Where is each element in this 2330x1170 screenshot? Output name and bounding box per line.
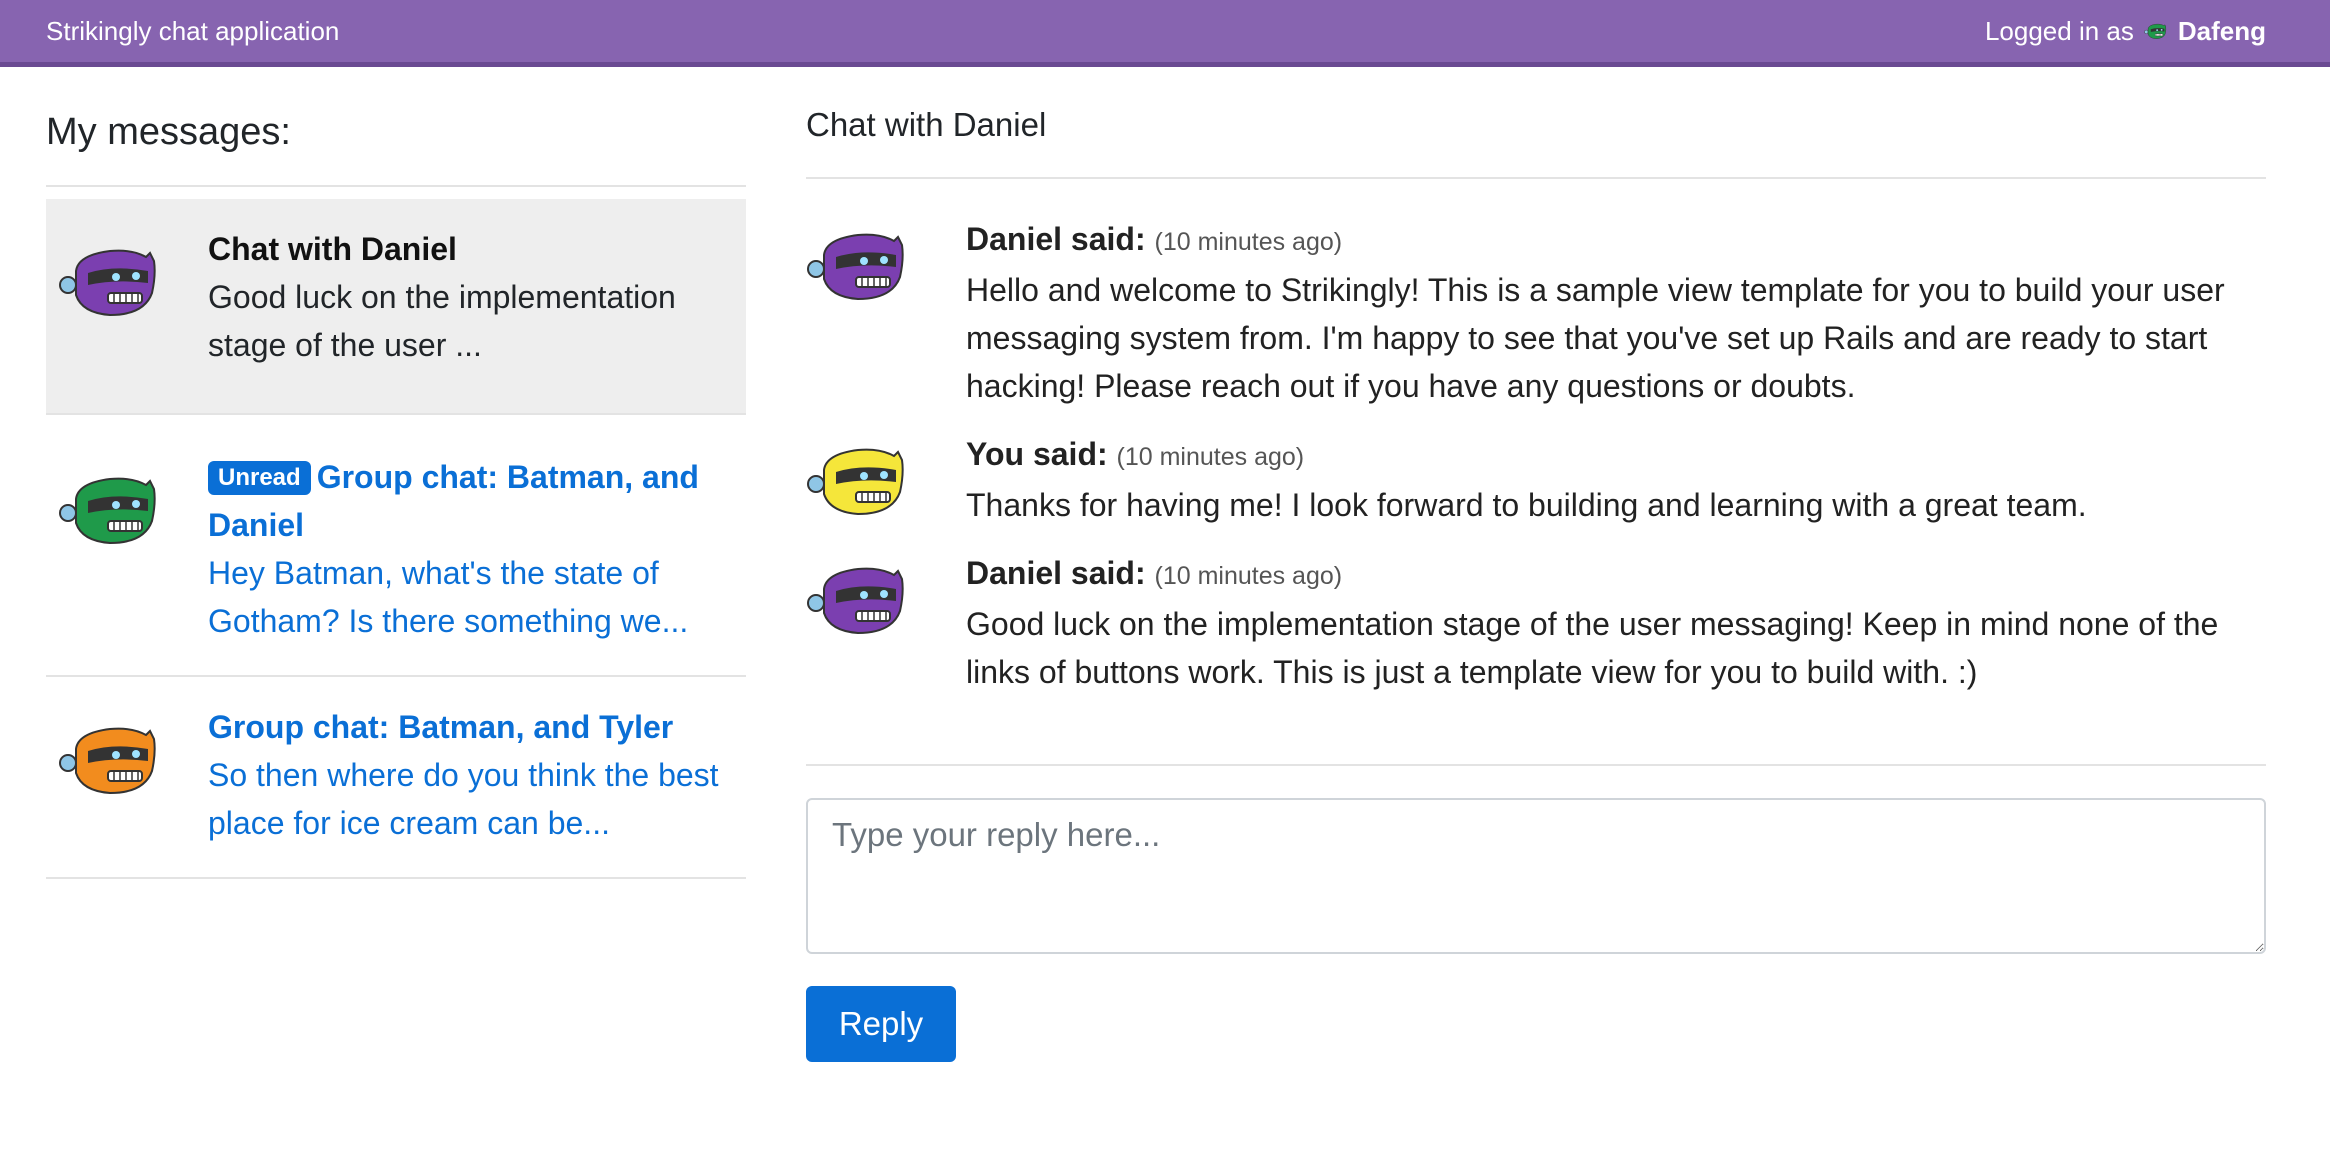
divider <box>46 185 746 187</box>
message-list: Daniel said: (10 minutes ago) Hello and … <box>806 215 2266 736</box>
message-timestamp: (10 minutes ago) <box>1116 443 1305 471</box>
purple-robot-icon <box>59 249 156 316</box>
message-item: Daniel said: (10 minutes ago) Hello and … <box>806 215 2266 410</box>
conversation-sidebar: My messages: Chat with Daniel Good luck … <box>46 67 746 879</box>
message-timestamp: (10 minutes ago) <box>1154 228 1343 256</box>
top-navbar: Strikingly chat application Logged in as… <box>0 0 2330 67</box>
conversation-item[interactable]: Group chat: Batman, and Tyler So then wh… <box>46 677 746 879</box>
green-robot-icon <box>59 477 156 544</box>
message-text: Good luck on the implementation stage of… <box>966 606 2219 690</box>
conversation-text: Chat with Daniel Good luck on the implem… <box>208 225 730 369</box>
message-author: You said: <box>966 436 1108 472</box>
message-author: Daniel said: <box>966 555 1146 591</box>
sidebar-heading: My messages: <box>46 111 291 153</box>
message-item: You said: (10 minutes ago) Thanks for ha… <box>806 430 2266 529</box>
conversation-snippet[interactable]: Hey Batman, what's the state of Gotham? … <box>208 549 730 645</box>
message-timestamp: (10 minutes ago) <box>1154 562 1343 590</box>
message-text: Thanks for having me! I look forward to … <box>966 487 2087 523</box>
message-body: Daniel said: (10 minutes ago) Good luck … <box>966 549 2266 696</box>
reply-input[interactable] <box>806 798 2266 954</box>
message-body: Daniel said: (10 minutes ago) Hello and … <box>966 215 2266 410</box>
purple-robot-icon <box>807 567 904 634</box>
avatar <box>58 703 208 847</box>
purple-robot-icon <box>807 233 904 300</box>
avatar <box>58 225 208 369</box>
message-author: Daniel said: <box>966 221 1146 257</box>
chat-title: Chat with Daniel <box>806 106 1047 143</box>
conversation-text: Group chat: Batman, and Tyler So then wh… <box>208 703 730 847</box>
message-body: You said: (10 minutes ago) Thanks for ha… <box>966 430 2087 529</box>
avatar <box>806 430 966 529</box>
reply-button[interactable]: Reply <box>806 986 956 1062</box>
conversation-title-line[interactable]: Unread Group chat: Batman, and Daniel <box>208 453 730 549</box>
app-brand-link[interactable]: Strikingly chat application <box>46 16 339 47</box>
divider <box>806 764 2266 766</box>
avatar <box>806 215 966 410</box>
username[interactable]: Dafeng <box>2178 16 2266 47</box>
message-text: Hello and welcome to Strikingly! This is… <box>966 272 2225 404</box>
conversation-text: Unread Group chat: Batman, and Daniel Hey… <box>208 453 730 645</box>
avatar <box>58 453 208 645</box>
unread-badge: Unread <box>208 461 311 495</box>
yellow-robot-icon <box>807 448 904 515</box>
chat-panel: Chat with Daniel Daniel said: (10 minute… <box>806 67 2266 1062</box>
conversation-item-active[interactable]: Chat with Daniel Good luck on the implem… <box>46 199 746 415</box>
divider <box>806 177 2266 179</box>
conversation-title[interactable]: Group chat: Batman, and Tyler <box>208 703 730 751</box>
logged-in-user: Logged in as Dafeng <box>1985 16 2266 47</box>
conversation-title: Chat with Daniel <box>208 231 457 267</box>
user-avatar-icon <box>2144 23 2166 39</box>
message-item: Daniel said: (10 minutes ago) Good luck … <box>806 549 2266 696</box>
conversation-snippet[interactable]: So then where do you think the best plac… <box>208 751 730 847</box>
avatar <box>806 549 966 696</box>
logged-in-label: Logged in as <box>1984 15 2134 46</box>
orange-robot-icon <box>59 727 156 794</box>
conversation-item[interactable]: Unread Group chat: Batman, and Daniel Hey… <box>46 427 746 677</box>
conversation-snippet: Good luck on the implementation stage of… <box>208 279 676 363</box>
